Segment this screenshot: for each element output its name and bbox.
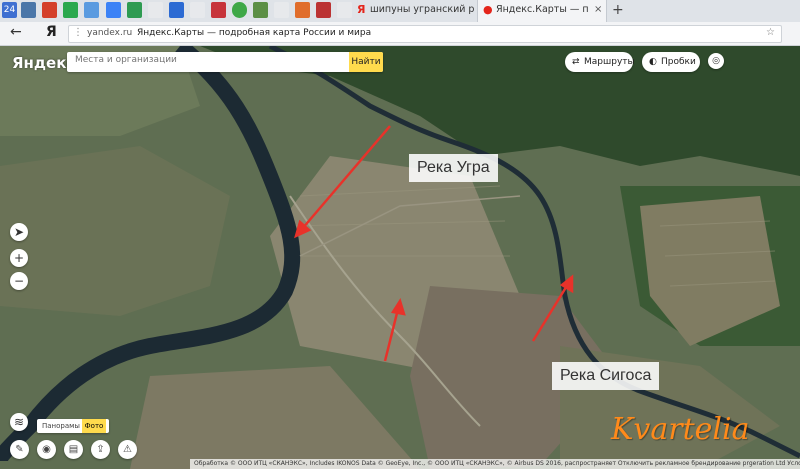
text-tab-icon[interactable] [148,2,163,18]
label-sigosa: Река Сигоса [552,362,660,390]
red-tab-icon[interactable] [211,2,226,18]
satellite-imagery [0,46,800,469]
label-ugra: Река Угра [409,154,498,182]
binoculars-icon[interactable]: ◉ [37,440,56,459]
close-icon[interactable]: × [594,4,602,15]
routes-label: Маршруты [584,57,635,67]
share-icon[interactable]: ⇪ [91,440,110,459]
orange-tab-icon[interactable] [295,2,310,18]
zoom-in-button[interactable]: + [10,249,28,267]
docs-tab-icon[interactable] [106,2,121,18]
yandex-maps-pin-icon: ● [483,3,493,16]
bookmark-icon[interactable]: ☆ [766,27,775,38]
doc-tab-icon[interactable] [84,2,99,18]
traffic-button[interactable]: ◐ Пробки [642,52,700,72]
tab-active[interactable]: ● Яндекс.Карты — подробна × [477,0,607,22]
address-bar: ← Я ⋮ yandex.ru Яндекс.Карты — подробная… [0,22,800,46]
maroon-tab-icon[interactable] [316,2,331,18]
leaf-tab-icon[interactable] [253,2,268,18]
warning-icon[interactable]: ⚠ [118,440,137,459]
url-field[interactable]: ⋮ yandex.ru Яндекс.Карты — подробная кар… [68,25,782,43]
search-bar: Найти [67,52,383,72]
geolocation-icon[interactable]: ➤ [10,223,28,241]
yandex-search-icon: Я [357,3,366,16]
user-icon[interactable]: ◎ [708,53,724,69]
mail-tab-icon[interactable] [42,2,57,18]
panorama-option[interactable]: Панорамы [42,419,80,433]
satellite-map[interactable]: Яндекс Найти ⇄ Маршруты ◐ Пробки ◎ ➤ + −… [0,46,800,469]
back-button[interactable]: ← [10,24,22,40]
ruler-icon[interactable]: ✎ [10,440,29,459]
zoom-out-button[interactable]: − [10,272,28,290]
route-icon: ⇄ [572,57,580,67]
watermark-kvartelia: Kvartelia [611,412,750,447]
new-tab-button[interactable]: + [612,2,624,18]
vk-tab-icon[interactable] [21,2,36,18]
drive-tab-icon[interactable] [169,2,184,18]
tab-title-maps: Яндекс.Карты — подробна [496,4,588,15]
misc-tab-icon[interactable] [337,2,352,18]
tab-count-badge[interactable]: 24 [2,2,17,18]
url-domain: yandex.ru [87,28,133,38]
layers-icon[interactable]: ≋ [10,413,28,431]
yandex-logo[interactable]: Яндекс [12,54,75,72]
site-tab-icon[interactable] [190,2,205,18]
green-tab-icon[interactable] [232,2,247,18]
plain-tab-icon[interactable] [274,2,289,18]
url-page-title: Яндекс.Карты — подробная карта России и … [137,28,372,38]
yandex-brand-icon[interactable]: Я [46,24,57,40]
traffic-label: Пробки [661,57,696,67]
search-button[interactable]: Найти [349,52,383,72]
photo-option[interactable]: Фото [82,419,106,433]
browser-tab-strip: 24 Я шипуны угранский район ● Яндекс.Кар… [0,0,800,23]
routes-button[interactable]: ⇄ Маршруты [565,52,635,72]
lock-icon: ⋮ [73,27,83,38]
print-icon[interactable]: ▤ [64,440,83,459]
tab-title-search[interactable]: шипуны угранский район [370,4,474,15]
traffic-icon: ◐ [649,57,657,67]
layers-popup: Панорамы Фото [37,419,109,433]
sheets-tab-icon[interactable] [127,2,142,18]
copyright-bar: Обработка © ООО ИТЦ «СКАНЭКС», Includes … [190,459,800,469]
chrome-tab-icon[interactable] [63,2,78,18]
search-input[interactable] [75,55,345,65]
